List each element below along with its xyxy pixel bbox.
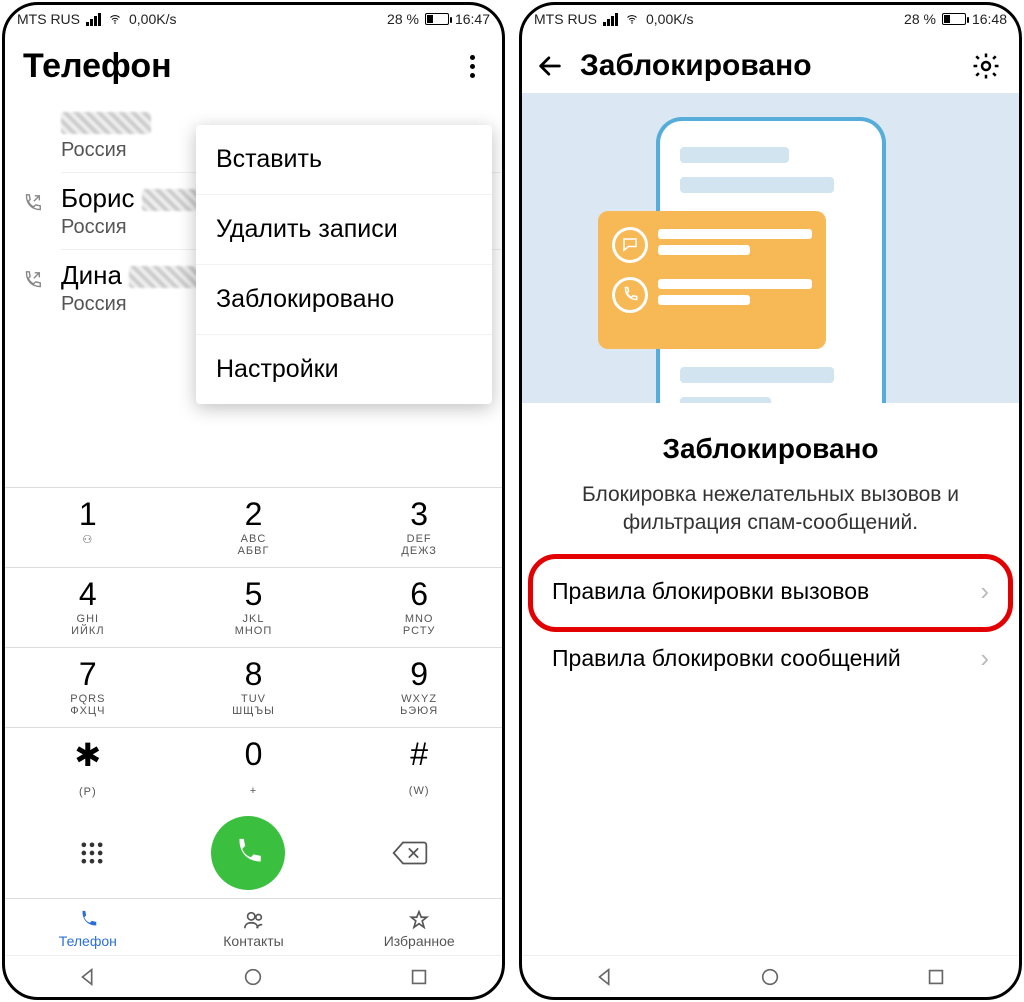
call-blocking-rules-row[interactable]: Правила блокировки вызовов ›: [526, 558, 1015, 625]
tab-favorites[interactable]: Избранное: [336, 899, 502, 955]
battery-icon: [942, 13, 966, 25]
call-name: Борис: [61, 183, 135, 213]
system-nav: [522, 955, 1019, 997]
dial-key-9[interactable]: 9WXYZЬЭЮЯ: [336, 647, 502, 727]
overflow-menu-button[interactable]: [460, 55, 484, 79]
dial-key-2[interactable]: 2ABCАБВГ: [171, 487, 337, 567]
app-header: Телефон: [5, 33, 502, 96]
chat-block-icon: [612, 227, 648, 263]
menu-item-blocked[interactable]: Заблокировано: [196, 265, 492, 335]
outgoing-call-icon: [21, 270, 43, 292]
phone-screen-right: MTS RUS 0,00K/s 28 % 16:48 Заблокировано: [519, 2, 1022, 1000]
speed-label: 0,00K/s: [646, 11, 693, 27]
redacted-name: [61, 112, 151, 134]
dial-key-hash[interactable]: # (W): [336, 727, 502, 808]
dial-action-row: [5, 808, 502, 898]
contacts-tab-icon: [241, 909, 267, 931]
chevron-right-icon: ›: [980, 643, 989, 674]
battery-icon: [425, 13, 449, 25]
speed-label: 0,00K/s: [129, 11, 176, 27]
phone-tab-icon: [75, 909, 101, 931]
row-label: Правила блокировки сообщений: [552, 645, 901, 672]
wifi-icon: [624, 13, 640, 25]
dial-key-star[interactable]: ✱ (P): [5, 727, 171, 808]
nav-recent-icon[interactable]: [408, 966, 430, 988]
dialpad: 1⚇ 2ABCАБВГ 3DEFДЕЖЗ 4GHIИЙКЛ 5JKLМНОП 6…: [5, 487, 502, 808]
overflow-menu: Вставить Удалить записи Заблокировано На…: [196, 125, 492, 404]
dial-key-7[interactable]: 7PQRSФХЦЧ: [5, 647, 171, 727]
phone-screen-left: MTS RUS 0,00K/s 28 % 16:47 Телефон Росси…: [2, 2, 505, 1000]
chevron-right-icon: ›: [980, 576, 989, 607]
backspace-icon[interactable]: [390, 839, 430, 867]
row-label: Правила блокировки вызовов: [552, 578, 869, 605]
back-button[interactable]: [536, 52, 564, 80]
battery-pct: 28 %: [387, 11, 419, 27]
card-illustration: [598, 211, 826, 349]
message-blocking-rules-row[interactable]: Правила блокировки сообщений ›: [526, 625, 1015, 692]
dial-key-5[interactable]: 5JKLМНОП: [171, 567, 337, 647]
page-title: Заблокировано: [580, 49, 812, 83]
tab-phone[interactable]: Телефон: [5, 899, 171, 955]
status-bar: MTS RUS 0,00K/s 28 % 16:47: [5, 5, 502, 33]
dial-key-0[interactable]: 0 +: [171, 727, 337, 808]
section-description: Блокировка нежелательных вызовов и фильт…: [556, 481, 985, 538]
tab-contacts[interactable]: Контакты: [171, 899, 337, 955]
status-bar: MTS RUS 0,00K/s 28 % 16:48: [522, 5, 1019, 33]
signal-icon: [86, 13, 101, 26]
bottom-tabs: Телефон Контакты Избранное: [5, 898, 502, 955]
menu-item-delete[interactable]: Удалить записи: [196, 195, 492, 265]
settings-button[interactable]: [971, 51, 1001, 81]
call-block-icon: [612, 277, 648, 313]
section-title: Заблокировано: [556, 433, 985, 465]
carrier-label: MTS RUS: [17, 11, 80, 27]
dial-key-4[interactable]: 4GHIИЙКЛ: [5, 567, 171, 647]
nav-back-icon[interactable]: [77, 966, 99, 988]
call-button[interactable]: [211, 816, 285, 890]
phone-icon: [231, 836, 265, 870]
blocked-section: Заблокировано Блокировка нежелательных в…: [522, 403, 1019, 558]
keypad-icon[interactable]: [78, 839, 106, 867]
clock: 16:48: [972, 11, 1007, 27]
nav-home-icon[interactable]: [242, 966, 264, 988]
menu-item-settings[interactable]: Настройки: [196, 335, 492, 404]
battery-pct: 28 %: [904, 11, 936, 27]
menu-item-paste[interactable]: Вставить: [196, 125, 492, 195]
dial-key-3[interactable]: 3DEFДЕЖЗ: [336, 487, 502, 567]
dial-key-8[interactable]: 8TUVШЩЪЫ: [171, 647, 337, 727]
outgoing-call-icon: [21, 193, 43, 215]
dial-key-6[interactable]: 6MNOРСТУ: [336, 567, 502, 647]
app-header: Заблокировано: [522, 33, 1019, 93]
call-name: Дина: [61, 260, 122, 290]
nav-back-icon[interactable]: [594, 966, 616, 988]
clock: 16:47: [455, 11, 490, 27]
carrier-label: MTS RUS: [534, 11, 597, 27]
wifi-icon: [107, 13, 123, 25]
page-title: Телефон: [23, 47, 172, 86]
system-nav: [5, 955, 502, 997]
star-tab-icon: [406, 909, 432, 931]
nav-recent-icon[interactable]: [925, 966, 947, 988]
dial-key-1[interactable]: 1⚇: [5, 487, 171, 567]
signal-icon: [603, 13, 618, 26]
nav-home-icon[interactable]: [759, 966, 781, 988]
phone-illustration: [656, 117, 886, 403]
illustration-banner: [522, 93, 1019, 403]
